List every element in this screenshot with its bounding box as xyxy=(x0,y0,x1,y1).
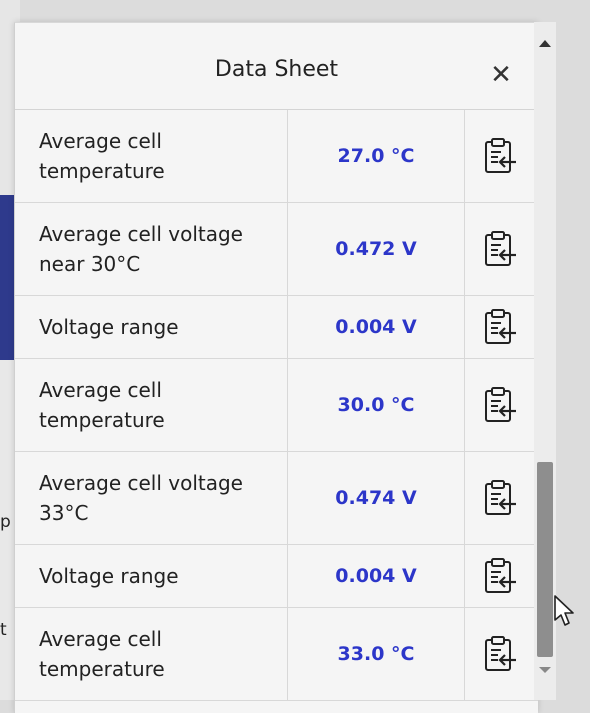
dialog-header: Data Sheet ✕ xyxy=(15,23,538,110)
table-row: Voltage range 0.004 V xyxy=(15,545,538,608)
copy-button[interactable] xyxy=(464,359,538,451)
background-text-fragment: t xyxy=(0,620,7,640)
row-value: 0.004 V xyxy=(287,296,465,358)
row-label: Voltage range xyxy=(39,315,179,339)
table-row: Average cell voltage near 30°C 0.472 V xyxy=(15,203,538,296)
row-label: Average cell temperature xyxy=(39,378,165,432)
table-row: Voltage range 0.004 V xyxy=(15,296,538,359)
copy-button[interactable] xyxy=(464,296,538,358)
close-icon[interactable]: ✕ xyxy=(485,59,517,91)
row-value: 30.0 °C xyxy=(287,359,465,451)
scroll-up-arrow-icon[interactable] xyxy=(539,40,551,47)
copy-button[interactable] xyxy=(464,545,538,607)
mouse-cursor-icon xyxy=(554,595,574,626)
copy-button[interactable] xyxy=(464,110,538,202)
clipboard-copy-icon xyxy=(485,138,516,173)
row-label: Average cell voltage near 30°C xyxy=(39,222,243,276)
clipboard-copy-icon xyxy=(485,309,516,344)
scrollbar-thumb[interactable] xyxy=(537,462,553,657)
row-value: 0.474 V xyxy=(287,452,465,544)
table-row: Average cell temperature 27.0 °C xyxy=(15,110,538,203)
table-row: Average cell temperature 33.0 °C xyxy=(15,608,538,701)
clipboard-copy-icon xyxy=(485,480,516,515)
row-value: 33.0 °C xyxy=(287,608,465,700)
copy-button[interactable] xyxy=(464,203,538,295)
row-label: Voltage range xyxy=(39,564,179,588)
dialog-title: Data Sheet xyxy=(214,57,339,82)
table-row: Average cell voltage 33°C 0.474 V xyxy=(15,452,538,545)
clipboard-copy-icon xyxy=(485,558,516,593)
data-sheet-dialog: Data Sheet ✕ Average cell temperature 27… xyxy=(14,22,538,713)
copy-button[interactable] xyxy=(464,452,538,544)
row-label: Average cell temperature xyxy=(39,627,165,681)
row-value: 0.472 V xyxy=(287,203,465,295)
clipboard-copy-icon xyxy=(485,387,516,422)
clipboard-copy-icon xyxy=(485,231,516,266)
scroll-down-arrow-icon[interactable] xyxy=(539,667,551,673)
row-label: Average cell voltage 33°C xyxy=(39,471,243,525)
copy-button[interactable] xyxy=(464,608,538,700)
row-value: 27.0 °C xyxy=(287,110,465,202)
background-text-fragment: p xyxy=(0,512,11,532)
clipboard-copy-icon xyxy=(485,636,516,671)
row-label: Average cell temperature xyxy=(39,129,165,183)
table-row: Average cell temperature 30.0 °C xyxy=(15,359,538,452)
row-value: 0.004 V xyxy=(287,545,465,607)
